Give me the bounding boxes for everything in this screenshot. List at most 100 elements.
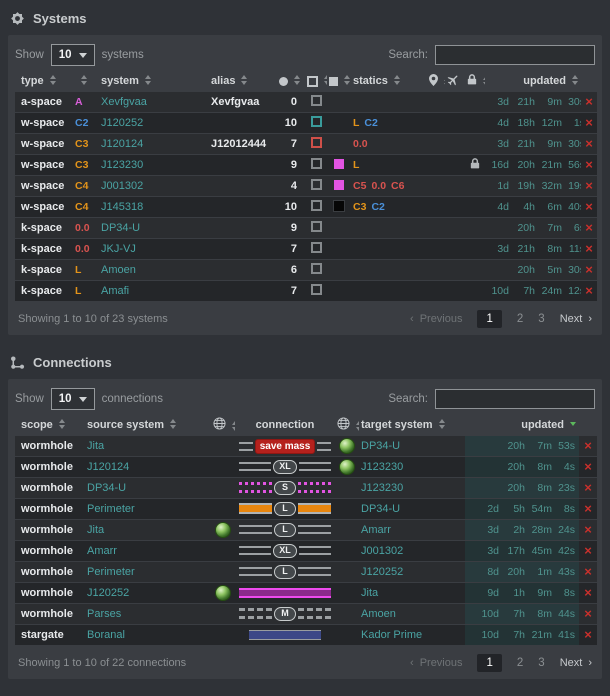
- col-source-endpoint[interactable]: [211, 415, 235, 435]
- next-button[interactable]: Next›: [560, 657, 592, 669]
- col-statics[interactable]: statics: [351, 71, 427, 91]
- previous-button[interactable]: ‹Previous: [410, 657, 462, 669]
- page-button-3[interactable]: 3: [538, 657, 544, 669]
- system-link[interactable]: JKJ-VJ: [101, 243, 136, 255]
- col-pilot-count[interactable]: [275, 71, 305, 91]
- delete-button[interactable]: ×: [585, 199, 593, 214]
- system-name-cell: Xevfgvaa: [99, 92, 209, 112]
- system-link[interactable]: J123230: [361, 482, 403, 494]
- system-link[interactable]: Jita: [361, 587, 378, 599]
- delete-button[interactable]: ×: [585, 283, 593, 298]
- col-updated[interactable]: updated: [485, 71, 581, 91]
- page-button-3[interactable]: 3: [538, 313, 544, 325]
- delete-button[interactable]: ×: [585, 136, 593, 151]
- next-button[interactable]: Next›: [560, 313, 592, 325]
- delete-button[interactable]: ×: [584, 564, 592, 579]
- system-link[interactable]: Perimeter: [87, 503, 135, 515]
- system-link[interactable]: DP34-U: [101, 222, 140, 234]
- col-status-filled[interactable]: [327, 71, 351, 91]
- target-system-cell: J001302: [359, 541, 465, 561]
- system-link[interactable]: J120124: [87, 461, 129, 473]
- systems-panel: Show 10 systems Search: type system alia…: [8, 35, 602, 335]
- page-button-2[interactable]: 2: [517, 657, 523, 669]
- delete-button[interactable]: ×: [585, 178, 593, 193]
- col-type[interactable]: type: [15, 71, 73, 91]
- col-ship[interactable]: [445, 71, 465, 91]
- col-scope[interactable]: scope: [15, 415, 85, 435]
- col-alias[interactable]: alias: [209, 71, 275, 91]
- col-updated[interactable]: updated: [465, 415, 579, 435]
- page-length-select[interactable]: 10: [51, 44, 95, 66]
- circle-icon: [279, 77, 288, 86]
- pilot-count: 9: [275, 218, 305, 238]
- system-link[interactable]: DP34-U: [361, 440, 400, 452]
- connection-scope: wormhole: [15, 457, 85, 477]
- system-link[interactable]: J145318: [101, 201, 143, 213]
- system-link[interactable]: J120124: [101, 138, 143, 150]
- delete-button[interactable]: ×: [585, 262, 593, 277]
- delete-button[interactable]: ×: [585, 94, 593, 109]
- system-link[interactable]: Boranal: [87, 629, 125, 641]
- connection-graphic: [239, 588, 331, 598]
- status-filled-cell: [327, 197, 351, 217]
- col-source-system[interactable]: source system: [85, 415, 211, 435]
- system-link[interactable]: DP34-U: [361, 503, 400, 515]
- system-link[interactable]: Amoen: [101, 264, 136, 276]
- delete-button[interactable]: ×: [585, 241, 593, 256]
- system-link[interactable]: Xevfgvaa: [101, 96, 147, 108]
- previous-button[interactable]: ‹Previous: [410, 313, 462, 325]
- search-input[interactable]: [435, 45, 595, 65]
- delete-button[interactable]: ×: [584, 501, 592, 516]
- delete-button[interactable]: ×: [585, 157, 593, 172]
- system-link[interactable]: J001302: [101, 180, 143, 192]
- col-target-endpoint[interactable]: [335, 415, 359, 435]
- system-link[interactable]: Amarr: [87, 545, 117, 557]
- delete-button[interactable]: ×: [584, 522, 592, 537]
- col-lock[interactable]: [465, 71, 485, 91]
- page-button-1[interactable]: 1: [477, 654, 501, 672]
- source-endpoint-cell: [211, 457, 235, 477]
- system-link[interactable]: Amarr: [361, 524, 391, 536]
- system-link[interactable]: DP34-U: [87, 482, 126, 494]
- col-system[interactable]: system: [99, 71, 209, 91]
- search-input[interactable]: [435, 389, 595, 409]
- delete-button[interactable]: ×: [584, 480, 592, 495]
- system-link[interactable]: J120252: [101, 117, 143, 129]
- system-link[interactable]: Amoen: [361, 608, 396, 620]
- col-location[interactable]: [427, 71, 445, 91]
- system-link[interactable]: Amafi: [101, 285, 129, 297]
- system-link[interactable]: J120252: [87, 587, 129, 599]
- page-button-2[interactable]: 2: [517, 313, 523, 325]
- system-link[interactable]: J001302: [361, 545, 403, 557]
- connection-graphic: XL: [239, 544, 331, 558]
- status-square-cell: [305, 197, 327, 217]
- ship-cell: [445, 218, 465, 238]
- connection-scope: wormhole: [15, 520, 85, 540]
- lock-cell: [465, 281, 485, 301]
- delete-button[interactable]: ×: [584, 627, 592, 642]
- delete-cell: ×: [579, 541, 597, 561]
- delete-button[interactable]: ×: [585, 115, 593, 130]
- system-link[interactable]: Perimeter: [87, 566, 135, 578]
- system-link[interactable]: Parses: [87, 608, 121, 620]
- system-link[interactable]: J120252: [361, 566, 403, 578]
- system-link[interactable]: J123230: [101, 159, 143, 171]
- system-link[interactable]: Jita: [87, 440, 104, 452]
- system-security: 0.0: [73, 218, 99, 238]
- sort-icon: [343, 75, 351, 85]
- delete-button[interactable]: ×: [584, 459, 592, 474]
- delete-button[interactable]: ×: [584, 543, 592, 558]
- system-link[interactable]: Kador Prime: [361, 629, 422, 641]
- col-target-system[interactable]: target system: [359, 415, 465, 435]
- delete-button[interactable]: ×: [584, 438, 592, 453]
- system-link[interactable]: Jita: [87, 524, 104, 536]
- page-length-select[interactable]: 10: [51, 388, 95, 410]
- delete-cell: ×: [581, 239, 597, 259]
- system-link[interactable]: J123230: [361, 461, 403, 473]
- col-status-open[interactable]: [305, 71, 327, 91]
- delete-button[interactable]: ×: [585, 220, 593, 235]
- col-security[interactable]: [73, 71, 99, 91]
- delete-button[interactable]: ×: [584, 606, 592, 621]
- delete-button[interactable]: ×: [584, 585, 592, 600]
- page-button-1[interactable]: 1: [477, 310, 501, 328]
